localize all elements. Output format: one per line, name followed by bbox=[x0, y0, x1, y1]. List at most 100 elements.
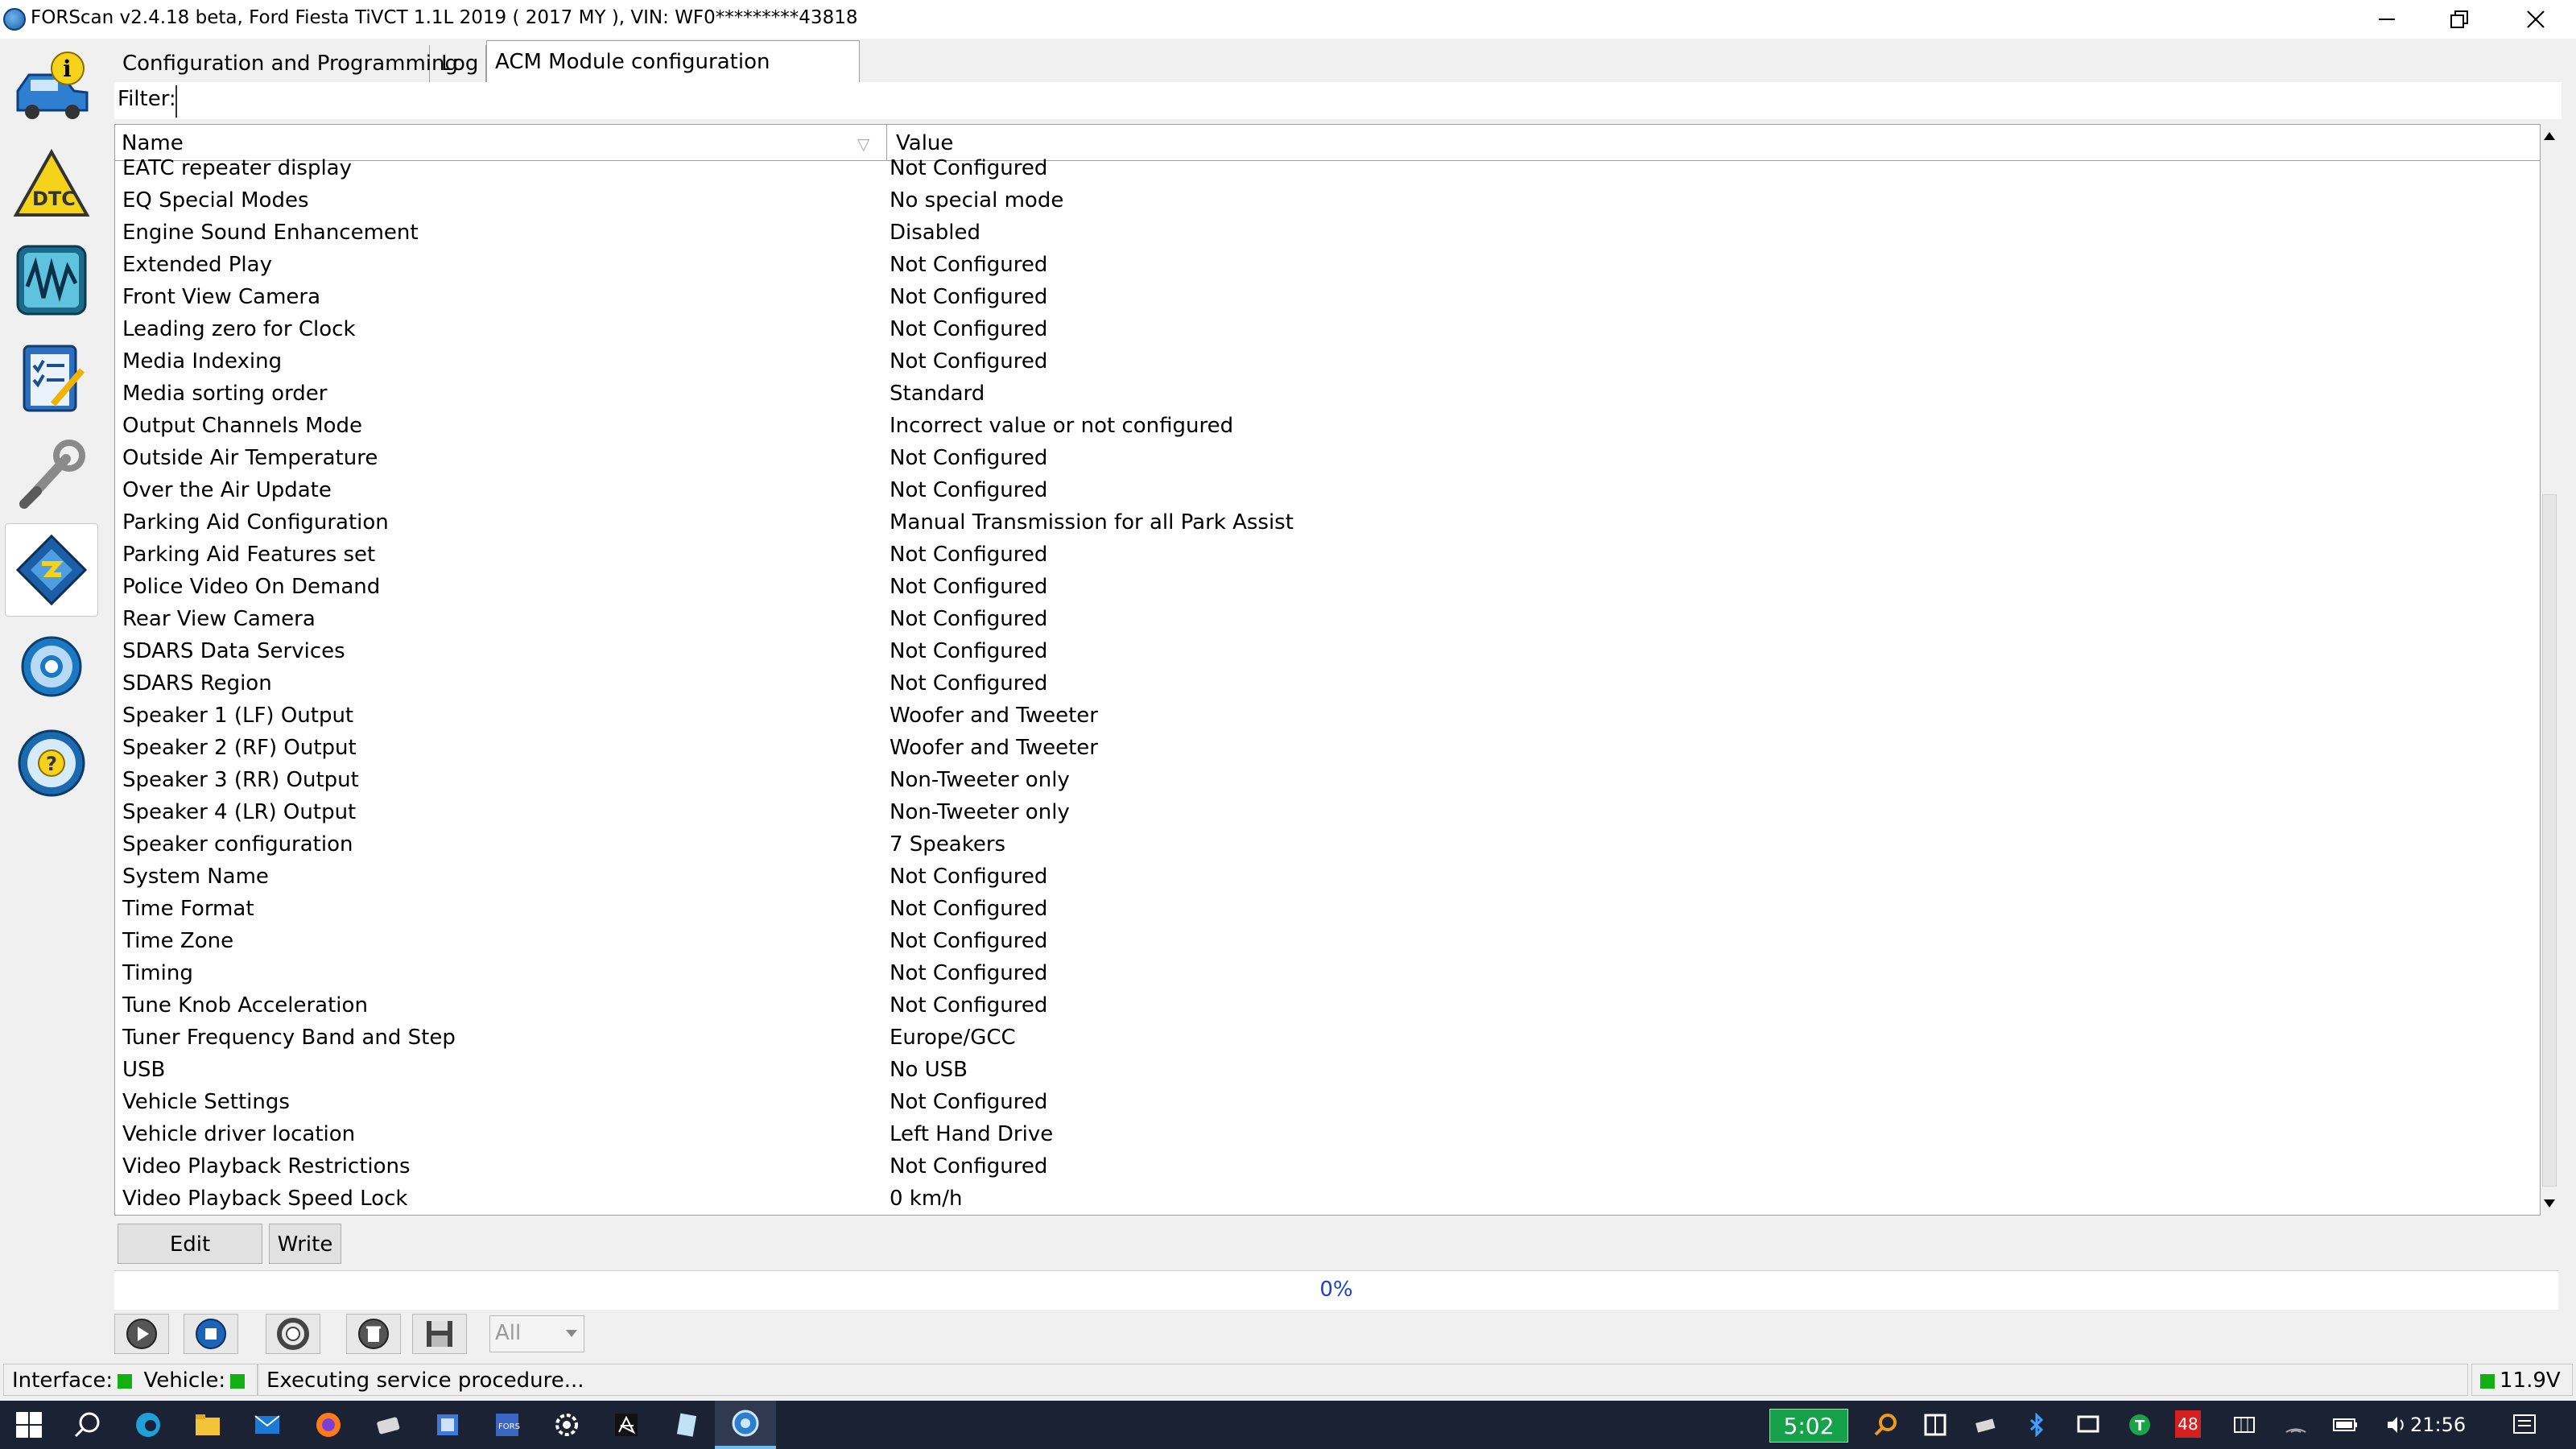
sidebar-item-service[interactable] bbox=[5, 427, 98, 520]
sidebar-item-help[interactable]: ? bbox=[5, 716, 98, 810]
table-row[interactable]: EATC repeater display Not Configured bbox=[115, 156, 2540, 192]
firefox-icon bbox=[316, 1413, 341, 1437]
minimize-button[interactable] bbox=[2351, 0, 2423, 39]
taskbar-acrobat[interactable] bbox=[610, 1409, 642, 1441]
table-row[interactable]: Time Zone Not Configured bbox=[115, 929, 2540, 965]
taskbar-app-blue[interactable] bbox=[431, 1409, 464, 1441]
restore-button[interactable] bbox=[2423, 0, 2496, 39]
help-lifebuoy-button[interactable] bbox=[266, 1314, 320, 1354]
table-row[interactable]: Media Indexing Not Configured bbox=[115, 349, 2540, 386]
sidebar-item-dtc[interactable]: DTC bbox=[5, 137, 98, 230]
tray-battery[interactable] bbox=[2330, 1409, 2362, 1441]
table-row[interactable]: Timing Not Configured bbox=[115, 961, 2540, 997]
taskbar-file-explorer[interactable] bbox=[192, 1409, 224, 1441]
tray-cards[interactable] bbox=[1969, 1409, 2001, 1441]
taskbar-app-cards[interactable] bbox=[372, 1409, 404, 1441]
sidebar: i DTC ? bbox=[5, 40, 98, 811]
sidebar-item-settings[interactable] bbox=[5, 620, 98, 713]
notification-count-badge[interactable]: 48 bbox=[2175, 1410, 2201, 1438]
scroll-up-button[interactable] bbox=[2541, 124, 2558, 148]
sidebar-item-vehicle-info[interactable]: i bbox=[5, 40, 98, 134]
table-row[interactable]: Speaker 1 (LF) Output Woofer and Tweeter bbox=[115, 704, 2540, 740]
table-row[interactable]: EQ Special Modes No special mode bbox=[115, 188, 2540, 225]
table-row[interactable]: Media sorting order Standard bbox=[115, 382, 2540, 418]
sidebar-item-configuration[interactable] bbox=[5, 523, 98, 617]
table-row[interactable]: Parking Aid Configuration Manual Transmis… bbox=[115, 510, 2540, 547]
table-row[interactable]: SDARS Data Services Not Configured bbox=[115, 639, 2540, 675]
battery-icon bbox=[2333, 1418, 2357, 1431]
close-button[interactable] bbox=[2500, 0, 2572, 39]
close-icon bbox=[2527, 10, 2545, 28]
vertical-scrollbar[interactable] bbox=[2541, 124, 2558, 1216]
stop-button[interactable] bbox=[184, 1314, 238, 1354]
taskbar-notes[interactable] bbox=[670, 1409, 702, 1441]
taskbar-forscan-pinned[interactable]: FORS bbox=[491, 1409, 523, 1441]
tray-app-grid[interactable] bbox=[1919, 1409, 1951, 1441]
table-row[interactable]: Video Playback Speed Lock 0 km/h bbox=[115, 1187, 2540, 1215]
status-message: Executing service procedure... bbox=[258, 1364, 2468, 1396]
taskbar-mail[interactable] bbox=[251, 1409, 283, 1441]
save-button[interactable] bbox=[412, 1314, 467, 1354]
tab-acm-module-configuration[interactable]: ACM Module configuration bbox=[486, 40, 860, 82]
table-row[interactable]: USB No USB bbox=[115, 1058, 2540, 1094]
table-row[interactable]: Outside Air Temperature Not Configured bbox=[115, 446, 2540, 482]
table-row[interactable]: Vehicle Settings Not Configured bbox=[115, 1090, 2540, 1126]
tray-volume[interactable] bbox=[2381, 1409, 2413, 1441]
status-bar: Interface: Vehicle: Executing service pr… bbox=[0, 1364, 2576, 1396]
taskbar-settings[interactable] bbox=[551, 1409, 583, 1441]
table-row[interactable]: Front View Camera Not Configured bbox=[115, 285, 2540, 321]
tab-log[interactable]: Log bbox=[433, 45, 486, 82]
table-row[interactable]: Speaker 4 (LR) Output Non-Tweeter only bbox=[115, 800, 2540, 836]
table-row[interactable]: Speaker 3 (RR) Output Non-Tweeter only bbox=[115, 768, 2540, 804]
tray-search[interactable] bbox=[1869, 1409, 1901, 1441]
table-row[interactable]: Output Channels Mode Incorrect value or n… bbox=[115, 414, 2540, 450]
action-center-button[interactable] bbox=[2508, 1409, 2541, 1441]
taskbar-firefox[interactable] bbox=[312, 1409, 345, 1441]
table-row[interactable]: Police Video On Demand Not Configured bbox=[115, 575, 2540, 611]
clear-button[interactable] bbox=[346, 1314, 401, 1354]
taskbar-edge[interactable] bbox=[132, 1409, 164, 1441]
tray-green-t[interactable]: T bbox=[2124, 1409, 2156, 1441]
minimize-icon bbox=[2379, 19, 2395, 20]
search-button[interactable] bbox=[71, 1409, 103, 1441]
write-button[interactable]: Write bbox=[269, 1224, 341, 1264]
table-row[interactable]: Engine Sound Enhancement Disabled bbox=[115, 221, 2540, 257]
sidebar-item-tests[interactable] bbox=[5, 330, 98, 423]
forscan-pinned-icon: FORS bbox=[496, 1414, 520, 1436]
table-row[interactable]: Vehicle driver location Left Hand Drive bbox=[115, 1122, 2540, 1158]
taskbar-forscan-active[interactable] bbox=[715, 1401, 776, 1449]
table-row[interactable]: Tune Knob Acceleration Not Configured bbox=[115, 993, 2540, 1030]
scroll-down-button[interactable] bbox=[2541, 1191, 2558, 1216]
tray-remote[interactable] bbox=[2072, 1409, 2104, 1441]
notes-app-icon bbox=[676, 1413, 697, 1437]
table-row[interactable]: Video Playback Restrictions Not Configure… bbox=[115, 1154, 2540, 1191]
speaker-volume-icon bbox=[2388, 1417, 2404, 1433]
table-row[interactable]: Over the Air Update Not Configured bbox=[115, 478, 2540, 514]
row-name-cell: Speaker configuration bbox=[122, 832, 353, 857]
table-row[interactable]: SDARS Region Not Configured bbox=[115, 671, 2540, 708]
table-row[interactable]: Speaker 2 (RF) Output Woofer and Tweeter bbox=[115, 736, 2540, 772]
tab-configuration-and-programming[interactable]: Configuration and Programming bbox=[114, 45, 458, 82]
svg-text:FORS: FORS bbox=[498, 1422, 520, 1431]
timer-badge[interactable]: 5:02 bbox=[1769, 1409, 1848, 1443]
table-row[interactable]: Parking Aid Features set Not Configured bbox=[115, 543, 2540, 579]
table-row[interactable]: Rear View Camera Not Configured bbox=[115, 607, 2540, 643]
filter-select[interactable]: All bbox=[489, 1315, 584, 1352]
edit-selected-button[interactable]: Edit selected bbox=[118, 1224, 262, 1295]
table-row[interactable]: System Name Not Configured bbox=[115, 865, 2540, 901]
column-divider[interactable] bbox=[886, 125, 887, 160]
table-row[interactable]: Leading zero for Clock Not Configured bbox=[115, 317, 2540, 353]
table-row[interactable]: Time Format Not Configured bbox=[115, 897, 2540, 933]
tray-bluetooth[interactable] bbox=[2021, 1409, 2053, 1441]
table-row[interactable]: Extended Play Not Configured bbox=[115, 253, 2540, 289]
start-button[interactable] bbox=[13, 1409, 45, 1441]
sidebar-item-oscilloscope[interactable] bbox=[5, 233, 98, 327]
table-row[interactable]: Tuner Frequency Band and Step Europe/GCC bbox=[115, 1026, 2540, 1062]
tray-wifi[interactable] bbox=[2280, 1409, 2312, 1441]
run-button[interactable] bbox=[114, 1314, 169, 1354]
system-clock[interactable]: 21:56 bbox=[2410, 1414, 2466, 1436]
filter-input[interactable] bbox=[175, 85, 526, 118]
table-row[interactable]: Speaker configuration 7 Speakers bbox=[115, 832, 2540, 869]
scroll-thumb[interactable] bbox=[2542, 494, 2557, 1187]
tray-keyboard[interactable] bbox=[2228, 1409, 2260, 1441]
